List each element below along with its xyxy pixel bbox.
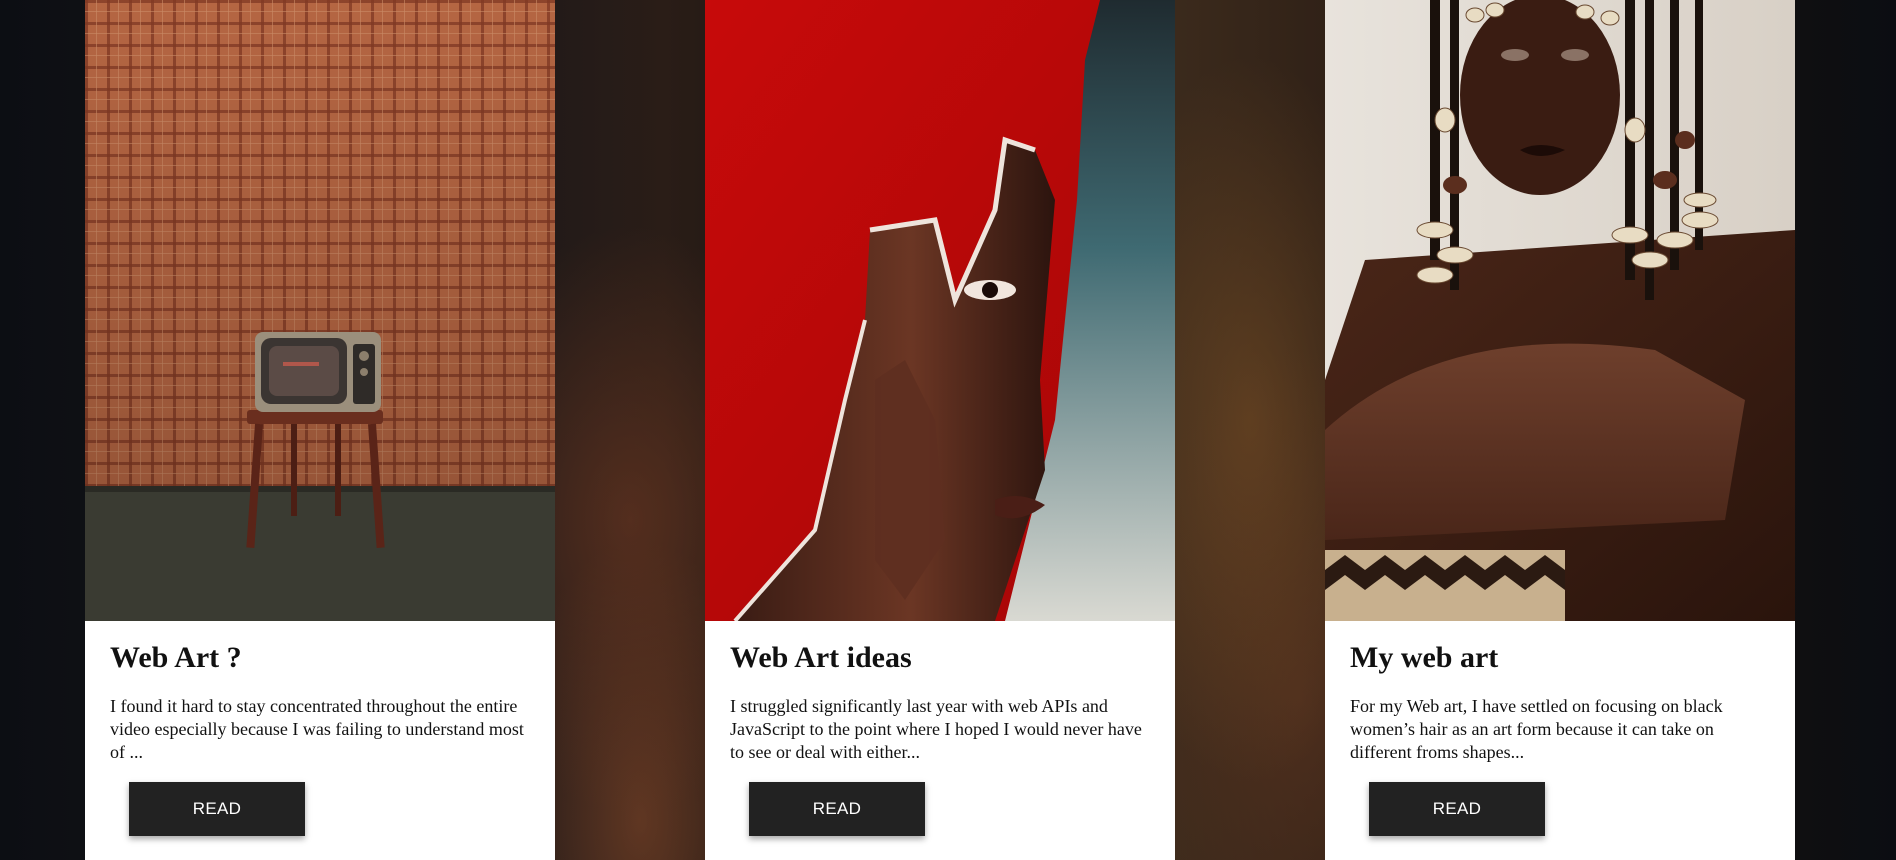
card-body: My web art For my Web art, I have settle… (1325, 621, 1795, 836)
card-body: Web Art ideas I struggled significantly … (705, 621, 1175, 836)
card-excerpt: For my Web art, I have settled on focusi… (1350, 696, 1723, 762)
article-card-my-web-art: My web art For my Web art, I have settle… (1325, 0, 1795, 860)
read-button[interactable]: READ (1369, 782, 1545, 836)
card-excerpt: I found it hard to stay concentrated thr… (110, 696, 524, 762)
torn-poster-photo (705, 0, 1175, 621)
retro-tv-photo (85, 0, 555, 621)
card-gallery: Web Art ? I found it hard to stay concen… (0, 0, 1896, 860)
card-title: Web Art ideas (730, 641, 912, 674)
article-card-web-art-ideas: Web Art ideas I struggled significantly … (705, 0, 1175, 860)
article-card-web-art: Web Art ? I found it hard to stay concen… (85, 0, 555, 860)
beaded-braids-photo (1325, 0, 1795, 621)
card-title: My web art (1350, 641, 1499, 674)
card-title: Web Art ? (110, 641, 242, 674)
card-excerpt: I struggled significantly last year with… (730, 696, 1142, 762)
card-body: Web Art ? I found it hard to stay concen… (85, 621, 555, 836)
read-button[interactable]: READ (749, 782, 925, 836)
read-button[interactable]: READ (129, 782, 305, 836)
